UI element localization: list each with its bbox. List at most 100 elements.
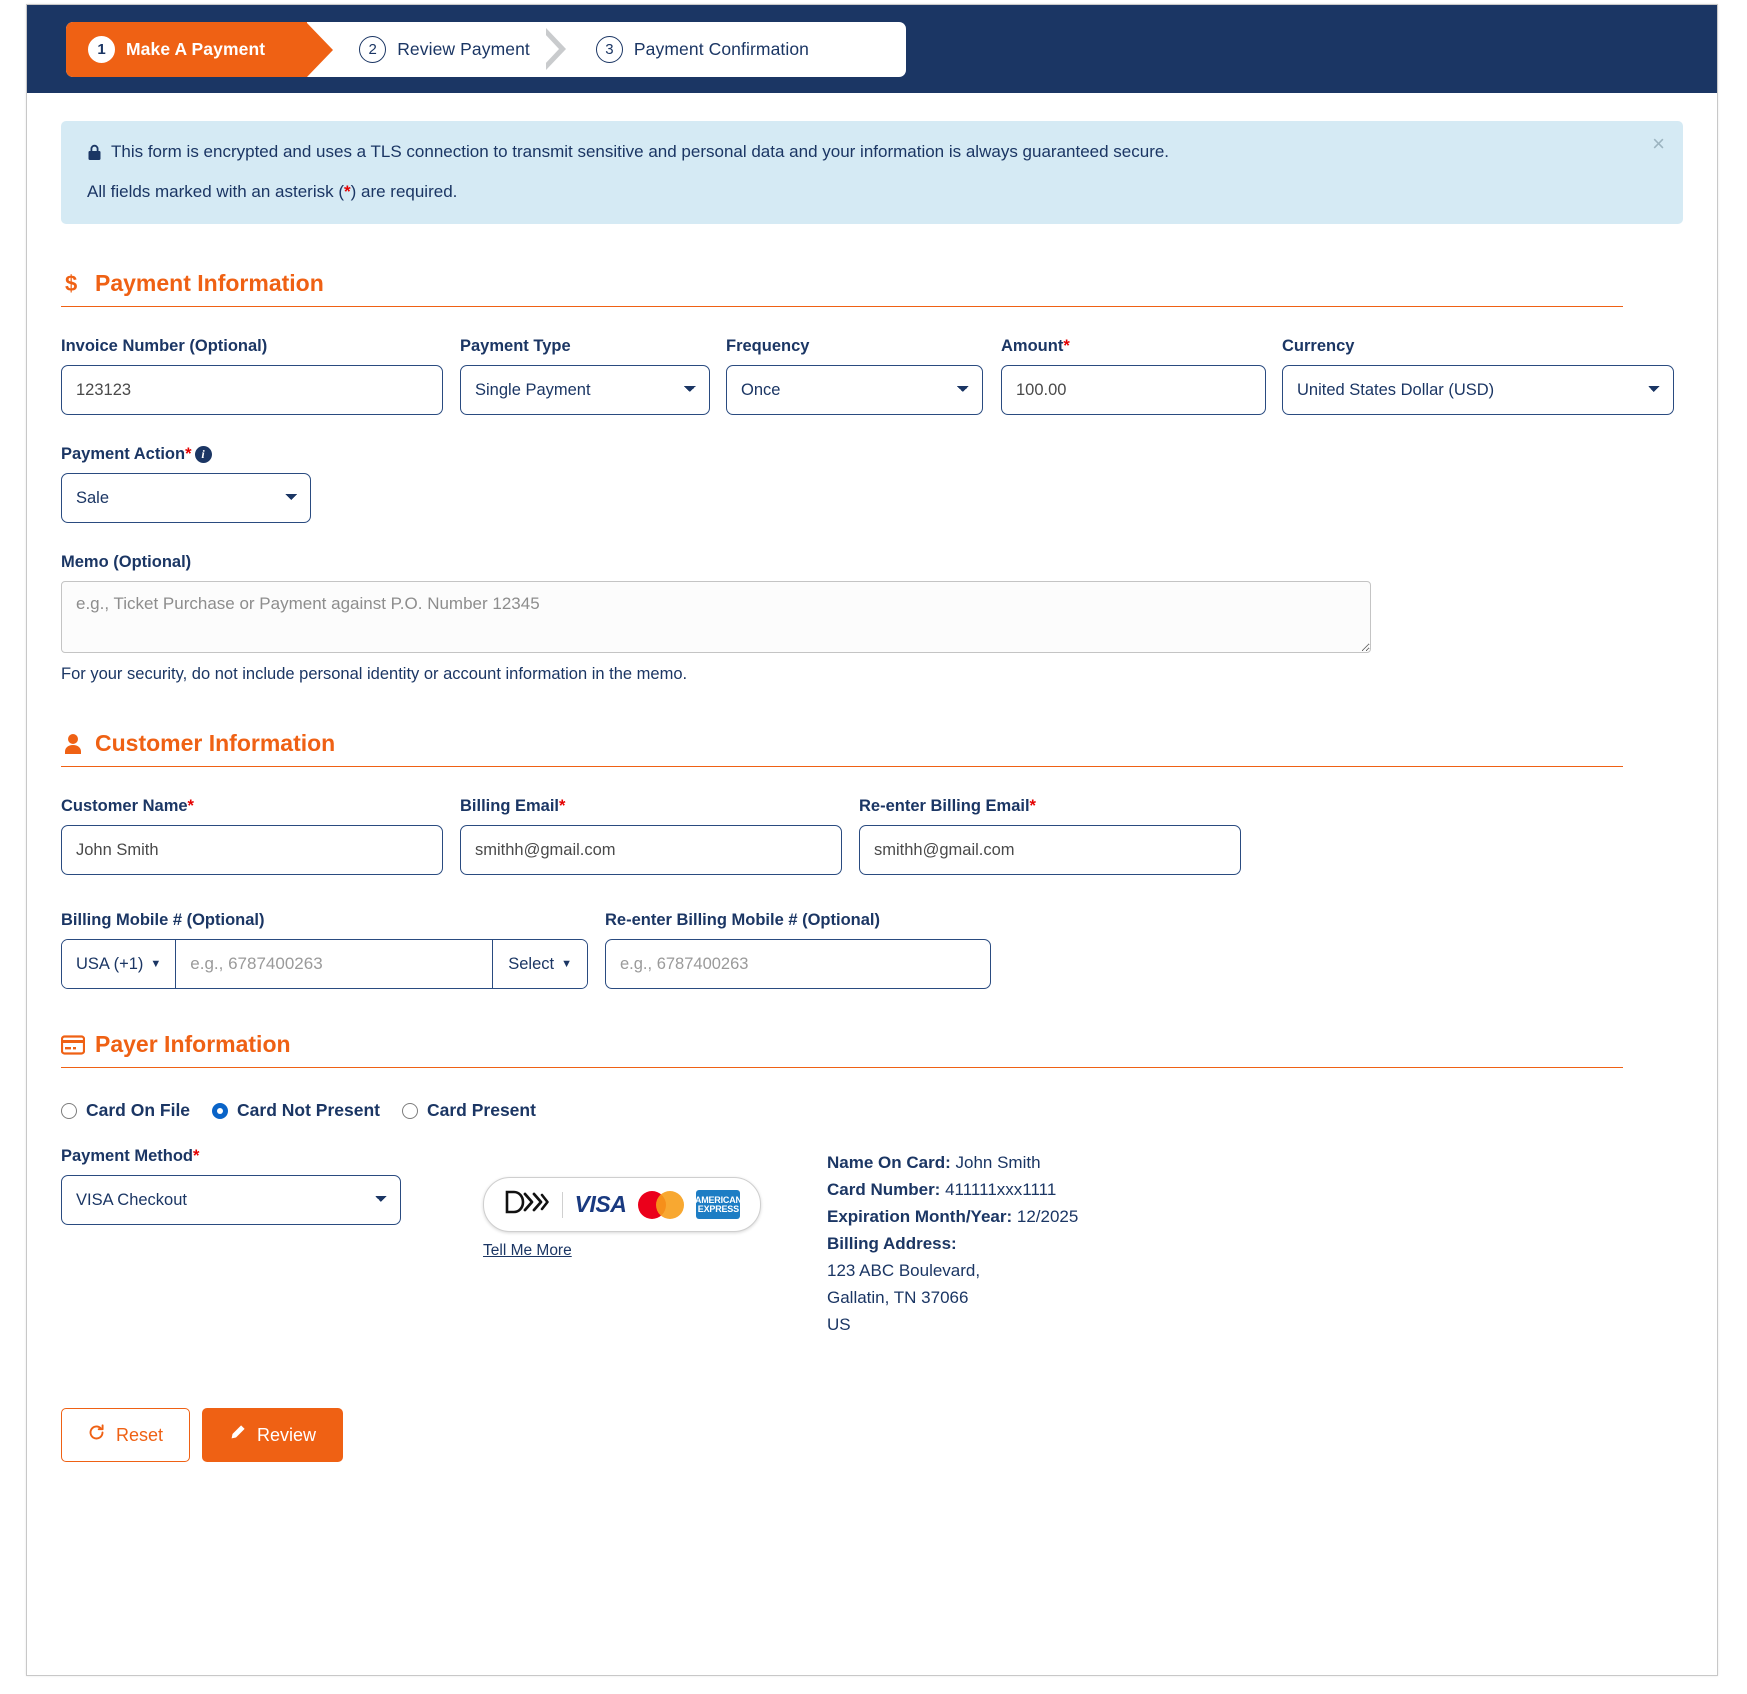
amount-label: Amount * [1001, 337, 1266, 356]
close-icon[interactable]: × [1652, 133, 1665, 155]
radio-card-not-present-label: Card Not Present [237, 1100, 380, 1120]
radio-indicator-selected [212, 1102, 229, 1119]
memo-helper-text: For your security, do not include person… [61, 665, 688, 683]
security-notice-line-2: All fields marked with an asterisk (*) a… [87, 183, 1657, 200]
radio-card-present[interactable]: Card Present [402, 1100, 536, 1121]
radio-card-not-present[interactable]: Card Not Present [212, 1100, 380, 1121]
reenter-billing-email-label: Re-enter Billing Email * [859, 797, 1241, 816]
amount-label-text: Amount [1001, 337, 1064, 355]
credit-card-icon [61, 1033, 85, 1057]
memo-textarea[interactable] [61, 581, 1371, 653]
step-make-a-payment[interactable]: 1 Make A Payment [66, 21, 334, 77]
payment-action-required-asterisk: * [185, 445, 192, 463]
payment-method-select[interactable]: VISA Checkout [61, 1175, 401, 1225]
payment-information-heading: $ Payment Information [61, 270, 1623, 307]
billing-email-group: Billing Email * [460, 797, 842, 875]
visa-logo: VISA [574, 1191, 627, 1217]
billing-mobile-input[interactable] [176, 940, 493, 988]
billing-email-label: Billing Email * [460, 797, 842, 816]
radio-indicator [61, 1102, 77, 1119]
payment-method-label: Payment Method * [61, 1147, 421, 1166]
customer-name-label-text: Customer Name [61, 797, 188, 815]
accepted-cards-block: VISA AMERICAN EXPRESS Tell Me More [483, 1147, 761, 1338]
invoice-number-label: Invoice Number (Optional) [61, 337, 268, 355]
payer-type-radio-group: Card On File Card Not Present Card Prese… [61, 1100, 1683, 1121]
frequency-label: Frequency [726, 337, 810, 355]
payer-information-title: Payer Information [95, 1031, 291, 1057]
reenter-billing-mobile-group: Re-enter Billing Mobile # (Optional) [605, 911, 991, 989]
payment-method-label-text: Payment Method [61, 1147, 194, 1165]
memo-label: Memo (Optional) [61, 553, 192, 571]
payment-action-select[interactable]: Sale [61, 473, 311, 523]
amex-line-2: EXPRESS [697, 1203, 739, 1214]
customer-name-group: Customer Name * [61, 797, 443, 875]
badge-divider [561, 1191, 563, 1218]
country-code-dropdown[interactable]: USA (+1) ▼ [62, 940, 177, 988]
customer-information-title: Customer Information [95, 730, 336, 756]
card-number-row: Card Number: 411111xxx1111 [827, 1176, 1078, 1203]
country-code-value: USA (+1) [76, 954, 144, 973]
radio-indicator [402, 1102, 418, 1119]
billing-email-required-asterisk: * [559, 797, 566, 815]
customer-information-heading: Customer Information [61, 730, 1623, 767]
frequency-select[interactable]: Once [726, 365, 983, 415]
form-card: 1 Make A Payment 2 Review Payment 3 Paym… [26, 4, 1718, 1676]
asterisk-note-prefix: All fields marked with an asterisk ( [87, 182, 344, 201]
reenter-billing-email-input[interactable] [859, 825, 1241, 875]
invoice-number-input[interactable] [61, 365, 443, 415]
radio-card-on-file[interactable]: Card On File [61, 1100, 190, 1121]
step-label-3: Payment Confirmation [633, 38, 810, 59]
amount-input[interactable] [1001, 365, 1266, 415]
billing-address-line-2: Gallatin, TN 37066 [827, 1288, 969, 1307]
customer-fields-row-1: Customer Name* Billing Email* Re-enter B… [61, 797, 1683, 875]
frequency-group: Frequency Once [726, 337, 983, 415]
step-payment-confirmation[interactable]: 3 Payment Confirmation [574, 22, 823, 77]
info-icon[interactable]: i [194, 446, 212, 463]
payment-fields-row-2: Payment Action * i Sale [61, 445, 1683, 523]
reset-button[interactable]: Reset [61, 1408, 191, 1462]
customer-name-input[interactable] [61, 825, 443, 875]
memo-group: Memo (Optional) For your security, do no… [61, 553, 1371, 684]
reenter-billing-email-required-asterisk: * [1029, 797, 1036, 815]
accepted-cards-badge: VISA AMERICAN EXPRESS [483, 1177, 761, 1232]
chevron-down-icon: ▼ [150, 958, 162, 970]
billing-email-input[interactable] [460, 825, 842, 875]
card-details-summary: Name On Card: John Smith Card Number: 41… [827, 1147, 1078, 1338]
form-actions: Reset Review [61, 1408, 1683, 1508]
chevron-down-icon: ▼ [561, 958, 572, 970]
review-button[interactable]: Review [202, 1408, 344, 1462]
billing-address-line-3: US [827, 1315, 851, 1334]
expiration-value: 12/2025 [1016, 1207, 1079, 1226]
radio-card-on-file-label: Card On File [86, 1100, 191, 1120]
payment-information-section: $ Payment Information Invoice Number (Op… [61, 270, 1683, 684]
currency-select[interactable]: United States Dollar (USD) [1282, 365, 1674, 415]
customer-fields-row-2: Billing Mobile # (Optional) USA (+1) ▼ S… [61, 911, 1683, 989]
security-notice: × This form is encrypted and uses a TLS … [61, 121, 1683, 224]
billing-address-line-1: 123 ABC Boulevard, [827, 1261, 981, 1280]
step-review-payment[interactable]: 2 Review Payment [337, 22, 544, 77]
customer-information-section: Customer Information Customer Name* Bill… [61, 730, 1683, 989]
payment-fields-row-1: Invoice Number (Optional) Payment Type S… [61, 337, 1683, 415]
payer-information-section: Payer Information Card On File Card Not … [61, 1031, 1683, 1508]
step-number-1: 1 [88, 35, 115, 63]
payment-type-group: Payment Type Single Payment [460, 337, 710, 415]
card-number-label: Card Number: [827, 1180, 941, 1199]
tell-me-more-link[interactable]: Tell Me More [483, 1242, 761, 1260]
billing-address-row: Billing Address: [827, 1230, 1078, 1257]
step-label-2: Review Payment [397, 38, 530, 59]
carrier-select-dropdown[interactable]: Select ▼ [492, 940, 587, 988]
name-on-card-row: Name On Card: John Smith [827, 1149, 1078, 1176]
invoice-number-group: Invoice Number (Optional) [61, 337, 443, 415]
radio-card-present-label: Card Present [427, 1100, 536, 1120]
expiration-row: Expiration Month/Year: 12/2025 [827, 1203, 1078, 1230]
reenter-billing-mobile-label: Re-enter Billing Mobile # (Optional) [605, 911, 881, 929]
billing-email-label-text: Billing Email [460, 797, 560, 815]
reenter-billing-mobile-input[interactable] [605, 939, 991, 989]
payment-action-label-text: Payment Action [61, 445, 186, 463]
payment-type-select[interactable]: Single Payment [460, 365, 710, 415]
reenter-billing-email-group: Re-enter Billing Email * [859, 797, 1241, 875]
payment-method-group: Payment Method * VISA Checkout [61, 1147, 421, 1338]
reenter-billing-email-label-text: Re-enter Billing Email [859, 797, 1030, 815]
name-on-card-label: Name On Card: [827, 1153, 951, 1172]
step-number-2: 2 [359, 35, 387, 63]
